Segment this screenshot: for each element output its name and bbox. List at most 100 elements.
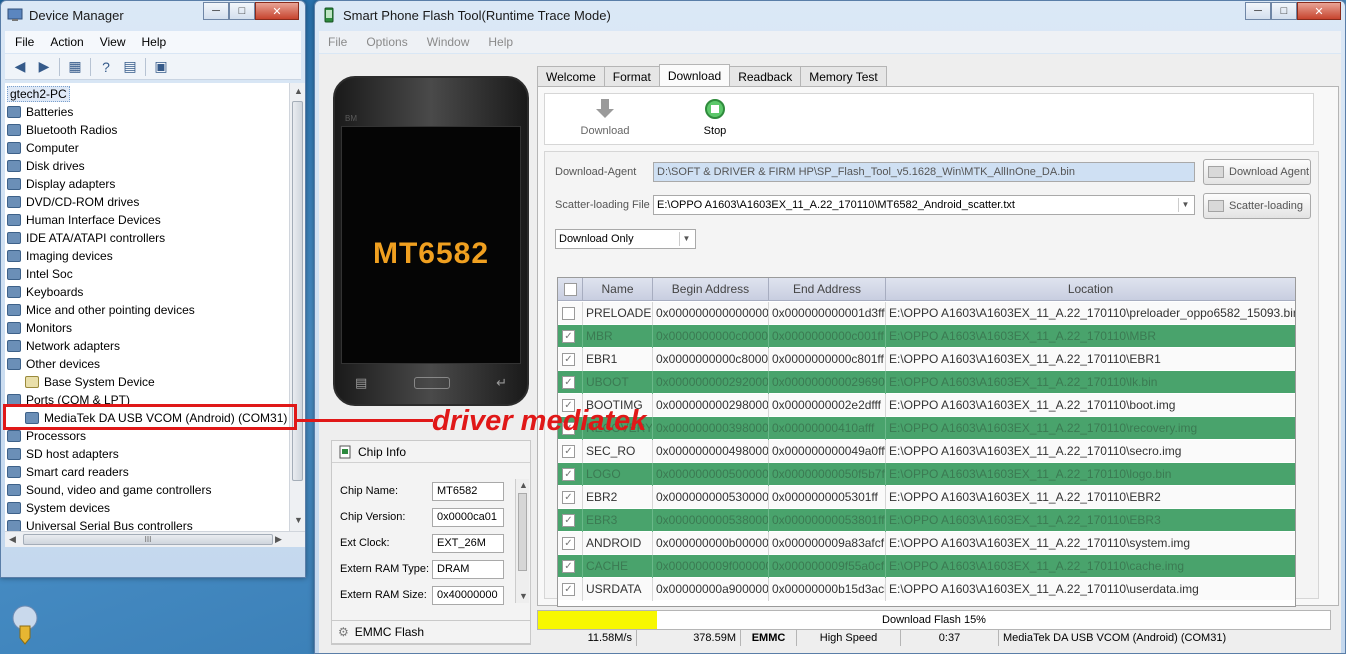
flash-tool-titlebar[interactable]: Smart Phone Flash Tool(Runtime Trace Mod… — [315, 1, 1345, 29]
horizontal-scrollbar[interactable]: ◀ III ▶ — [5, 531, 305, 547]
tree-item[interactable]: Intel Soc — [7, 265, 73, 283]
checkbox[interactable]: ✓ — [562, 560, 575, 573]
tree-item[interactable]: Bluetooth Radios — [7, 121, 117, 139]
tree-item[interactable]: Network adapters — [7, 337, 120, 355]
chevron-down-icon[interactable]: ▼ — [1178, 198, 1192, 212]
help-icon[interactable]: ? — [97, 59, 115, 75]
checkbox[interactable]: ✓ — [562, 445, 575, 458]
checkbox[interactable]: ✓ — [562, 353, 575, 366]
column-header[interactable]: Begin Address — [653, 278, 769, 301]
scan-hardware-icon[interactable]: ▣ — [152, 58, 170, 75]
checkbox[interactable]: ✓ — [562, 376, 575, 389]
table-row[interactable]: ✓ SEC_RO 0x0000000004980000 0x000000000049a… — [558, 440, 1295, 463]
menu-window[interactable]: Window — [427, 35, 470, 49]
column-header[interactable]: Location — [886, 278, 1295, 301]
tree-item[interactable]: Universal Serial Bus controllers — [7, 517, 193, 531]
show-hide-console-tree-icon[interactable]: ▦ — [66, 58, 84, 75]
tab-download[interactable]: Download — [658, 64, 731, 86]
checkbox[interactable] — [562, 307, 575, 320]
table-row[interactable]: ✓ ANDROID 0x000000000b000000 0x000000009a83… — [558, 532, 1295, 555]
menu-help[interactable]: Help — [142, 35, 167, 49]
chip-info-value[interactable]: DRAM — [432, 559, 504, 579]
chip-info-scrollbar[interactable]: ▲ ▼ — [515, 479, 529, 603]
tree-root[interactable]: gtech2-PC — [7, 85, 70, 103]
back-arrow-icon[interactable]: ◀ — [11, 58, 29, 75]
checkbox[interactable]: ✓ — [562, 491, 575, 504]
minimize-button[interactable]: ─ — [1245, 2, 1271, 20]
checkbox[interactable]: ✓ — [562, 583, 575, 596]
chip-info-header[interactable]: Chip Info — [332, 441, 530, 463]
column-header[interactable]: End Address — [769, 278, 886, 301]
menu-view[interactable]: View — [100, 35, 126, 49]
table-row[interactable]: ✓ EBR1 0x0000000000c80000 0x0000000000c801f… — [558, 348, 1295, 371]
scroll-thumb[interactable] — [518, 493, 527, 571]
row-checkbox-cell[interactable]: ✓ — [558, 486, 583, 509]
table-row[interactable]: PRELOADER 0x0000000000000000 0x00000000000… — [558, 302, 1295, 325]
scroll-thumb[interactable]: III — [23, 534, 273, 545]
scatter-loading-field[interactable]: E:\OPPO A1603\A1603EX_11_A.22_170110\MT6… — [653, 195, 1195, 215]
maximize-button[interactable]: □ — [1271, 2, 1297, 20]
scatter-loading-button[interactable]: Scatter-loading — [1203, 193, 1311, 219]
tree-item[interactable]: Imaging devices — [7, 247, 113, 265]
tree-item[interactable]: Display adapters — [7, 175, 115, 193]
menu-action[interactable]: Action — [50, 35, 83, 49]
scroll-down-arrow-icon[interactable]: ▼ — [519, 591, 528, 601]
tree-item[interactable]: IDE ATA/ATAPI controllers — [7, 229, 165, 247]
desktop-shield-icon[interactable] — [8, 604, 42, 646]
close-button[interactable]: ✕ — [1297, 2, 1341, 20]
tree-item[interactable]: Base System Device — [25, 373, 155, 391]
vertical-scrollbar[interactable]: ▲ ▼ — [289, 83, 305, 531]
table-row[interactable]: ✓ RECOVERY 0x0000000003980000 0x00000000410… — [558, 417, 1295, 440]
row-checkbox-cell[interactable]: ✓ — [558, 325, 583, 348]
menu-options[interactable]: Options — [366, 35, 407, 49]
chip-info-value[interactable]: MT6582 — [432, 481, 504, 501]
download-agent-button[interactable]: Download Agent — [1203, 159, 1311, 185]
row-checkbox-cell[interactable]: ✓ — [558, 555, 583, 578]
row-checkbox-cell[interactable]: ✓ — [558, 371, 583, 394]
table-row[interactable]: ✓ CACHE 0x000000009f000000 0x000000009f55a0… — [558, 555, 1295, 578]
tree-item[interactable]: Human Interface Devices — [7, 211, 161, 229]
download-mode-select[interactable]: Download Only ▼ — [555, 229, 696, 249]
table-row[interactable]: ✓ UBOOT 0x0000000002920000 0x00000000002969… — [558, 371, 1295, 394]
stop-button[interactable]: Stop — [685, 98, 745, 137]
chevron-down-icon[interactable]: ▼ — [679, 232, 693, 246]
download-button[interactable]: Download — [575, 98, 635, 137]
menu-file[interactable]: File — [328, 35, 347, 49]
chip-info-value[interactable]: 0x0000ca01 — [432, 507, 504, 527]
tree-item[interactable]: Batteries — [7, 103, 73, 121]
forward-arrow-icon[interactable]: ▶ — [35, 58, 53, 75]
tab-readback[interactable]: Readback — [729, 66, 802, 86]
checkbox[interactable]: ✓ — [562, 330, 575, 343]
tree-item[interactable]: Sound, video and game controllers — [7, 481, 211, 499]
menu-help[interactable]: Help — [488, 35, 513, 49]
scroll-right-arrow-icon[interactable]: ▶ — [275, 534, 282, 545]
menu-file[interactable]: File — [15, 35, 34, 49]
tab-format[interactable]: Format — [603, 66, 660, 86]
tree-item[interactable]: System devices — [7, 499, 110, 517]
minimize-button[interactable]: ─ — [203, 2, 229, 20]
scroll-down-arrow-icon[interactable]: ▼ — [294, 515, 303, 525]
emmc-flash-header[interactable]: ⚙ EMMC Flash — [331, 620, 531, 644]
tree-item[interactable]: Computer — [7, 139, 79, 157]
table-row[interactable]: ✓ EBR3 0x0000000005380000 0x00000000053801f… — [558, 509, 1295, 532]
checkbox[interactable]: ✓ — [562, 468, 575, 481]
tree-item[interactable]: DVD/CD-ROM drives — [7, 193, 139, 211]
row-checkbox-cell[interactable]: ✓ — [558, 532, 583, 555]
row-checkbox-cell[interactable]: ✓ — [558, 578, 583, 601]
table-row[interactable]: ✓ LOGO 0x0000000005000000 0x00000000050f5b7… — [558, 463, 1295, 486]
select-all-checkbox[interactable] — [558, 278, 583, 301]
chip-info-value[interactable]: 0x40000000 — [432, 585, 504, 605]
close-button[interactable]: ✕ — [255, 2, 299, 20]
tree-item[interactable]: Other devices — [7, 355, 100, 373]
table-row[interactable]: ✓ BOOTIMG 0x0000000002980000 0x0000000002e2… — [558, 394, 1295, 417]
row-checkbox-cell[interactable]: ✓ — [558, 440, 583, 463]
row-checkbox-cell[interactable]: ✓ — [558, 509, 583, 532]
tab-memory-test[interactable]: Memory Test — [800, 66, 887, 86]
checkbox[interactable]: ✓ — [562, 537, 575, 550]
tree-item[interactable]: Smart card readers — [7, 463, 129, 481]
scroll-up-arrow-icon[interactable]: ▲ — [519, 480, 528, 490]
scroll-left-arrow-icon[interactable]: ◀ — [9, 534, 16, 545]
tree-item[interactable]: Keyboards — [7, 283, 83, 301]
row-checkbox-cell[interactable] — [558, 302, 583, 325]
tree-item[interactable]: SD host adapters — [7, 445, 119, 463]
